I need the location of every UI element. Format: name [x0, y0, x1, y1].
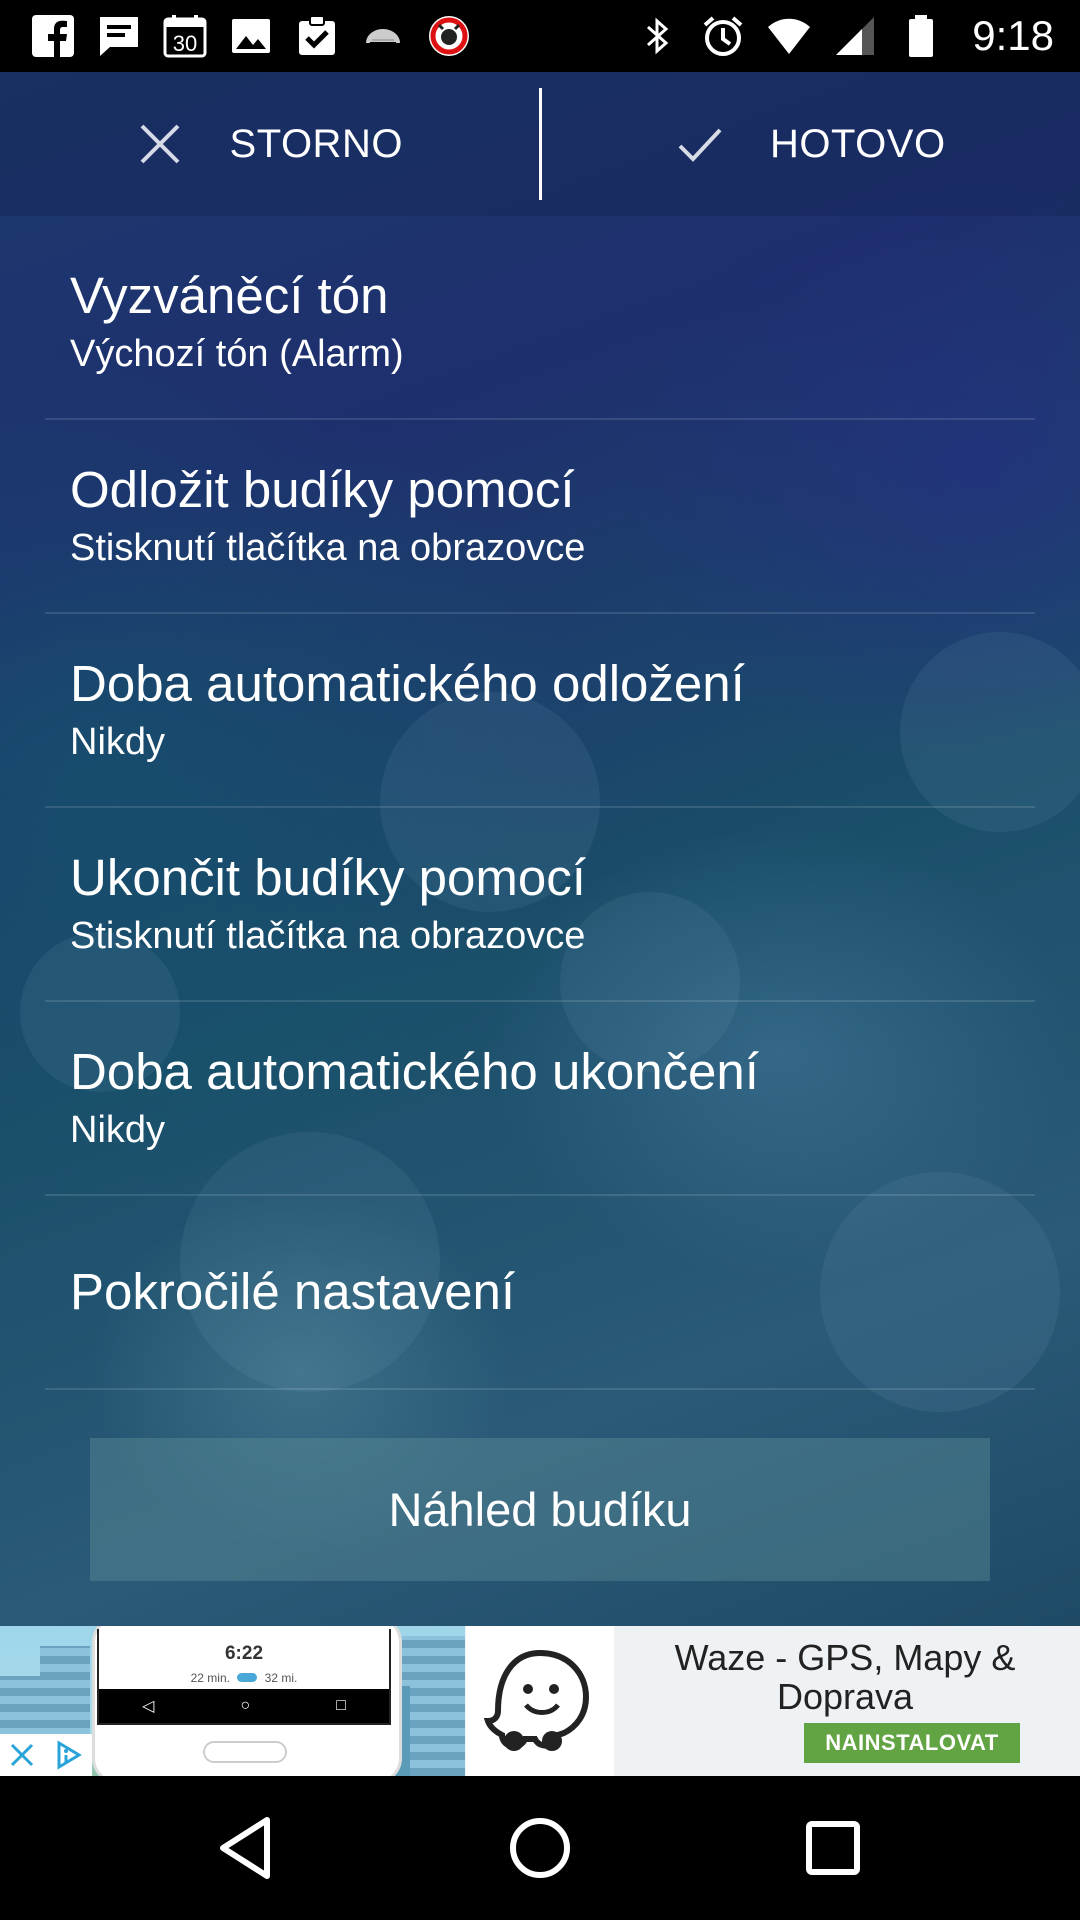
setting-auto-dismiss[interactable]: Doba automatického ukončení Nikdy [45, 1002, 1035, 1196]
back-icon [219, 1817, 270, 1879]
done-button[interactable]: HOTOVO [542, 72, 1080, 216]
setting-title: Vyzváněcí tón [70, 267, 389, 324]
setting-advanced[interactable]: Pokročilé nastavení [45, 1196, 1035, 1390]
setting-value: Nikdy [70, 721, 166, 763]
setting-value: Stisknutí tlačítka na obrazovce [70, 915, 586, 957]
preview-alarm-button[interactable]: Náhled budíku [90, 1438, 990, 1581]
clipboard-check-icon [294, 13, 340, 59]
wifi-icon [766, 13, 812, 59]
setting-value: Nikdy [70, 1109, 166, 1151]
setting-title: Doba automatického odložení [70, 655, 745, 712]
cloud-icon [360, 13, 406, 59]
status-time: 9:18 [972, 12, 1054, 59]
signal-icon [832, 13, 878, 59]
setting-dismiss-method[interactable]: Ukončit budíky pomocí Stisknutí tlačítka… [45, 808, 1035, 1002]
done-label: HOTOVO [769, 121, 946, 166]
setting-title: Pokročilé nastavení [70, 1263, 516, 1320]
navigation-bar [0, 1776, 1080, 1920]
screen: 30 9:18 STORNO HOTOVO Vyzváněcí tón Vých… [0, 0, 1080, 1920]
action-bar: STORNO HOTOVO [0, 72, 1080, 216]
cancel-label: STORNO [229, 121, 403, 166]
home-icon [509, 1818, 570, 1878]
battery-icon [898, 13, 944, 59]
back-button[interactable] [192, 1793, 302, 1903]
setting-value: Stisknutí tlačítka na obrazovce [70, 527, 586, 569]
install-button[interactable]: NAINSTALOVAT [804, 1723, 1020, 1763]
alarm-settings-screen: STORNO HOTOVO Vyzváněcí tón Výchozí tón … [0, 72, 1080, 1626]
home-button[interactable] [485, 1793, 595, 1903]
adchoices-icon[interactable] [44, 1734, 92, 1776]
alarm-app-icon [426, 13, 472, 59]
setting-title: Odložit budíky pomocí [70, 461, 575, 518]
waze-logo [466, 1626, 614, 1776]
alarm-icon [700, 13, 746, 59]
settings-list: Vyzváněcí tón Výchozí tón (Alarm) Odloži… [45, 226, 1035, 1390]
calendar-day: 30 [173, 31, 197, 56]
setting-auto-snooze[interactable]: Doba automatického odložení Nikdy [45, 614, 1035, 808]
calendar-icon: 30 [162, 13, 208, 59]
cancel-button[interactable]: STORNO [0, 72, 539, 216]
phone-time: 6:22 [224, 1643, 264, 1664]
recents-icon [806, 1821, 861, 1875]
recents-button[interactable] [778, 1793, 888, 1903]
phone-meta: 22 min. 32 mi. [190, 1671, 298, 1685]
setting-title: Ukončit budíky pomocí [70, 849, 586, 906]
facebook-icon [30, 13, 76, 59]
setting-title: Doba automatického ukončení [70, 1043, 759, 1100]
setting-snooze-method[interactable]: Odložit budíky pomocí Stisknutí tlačítka… [45, 420, 1035, 614]
setting-value: Výchozí tón (Alarm) [70, 333, 404, 375]
bluetooth-icon [634, 13, 680, 59]
status-bar: 30 9:18 [0, 0, 1080, 72]
setting-ringtone[interactable]: Vyzváněcí tón Výchozí tón (Alarm) [45, 226, 1035, 420]
phone-mockup: 6:22 22 min. 32 mi. ◁ ○ □ [92, 1626, 402, 1776]
ad-close-icon[interactable] [0, 1734, 44, 1776]
ad-app-title: Waze - GPS, Mapy & Doprava [674, 1637, 1016, 1717]
check-icon [678, 128, 722, 162]
messages-icon [96, 13, 142, 59]
ad-banner[interactable]: 6:22 22 min. 32 mi. ◁ ○ □ Waze - GPS, Ma… [0, 1626, 1080, 1776]
gallery-icon [228, 13, 274, 59]
close-icon [140, 124, 179, 164]
